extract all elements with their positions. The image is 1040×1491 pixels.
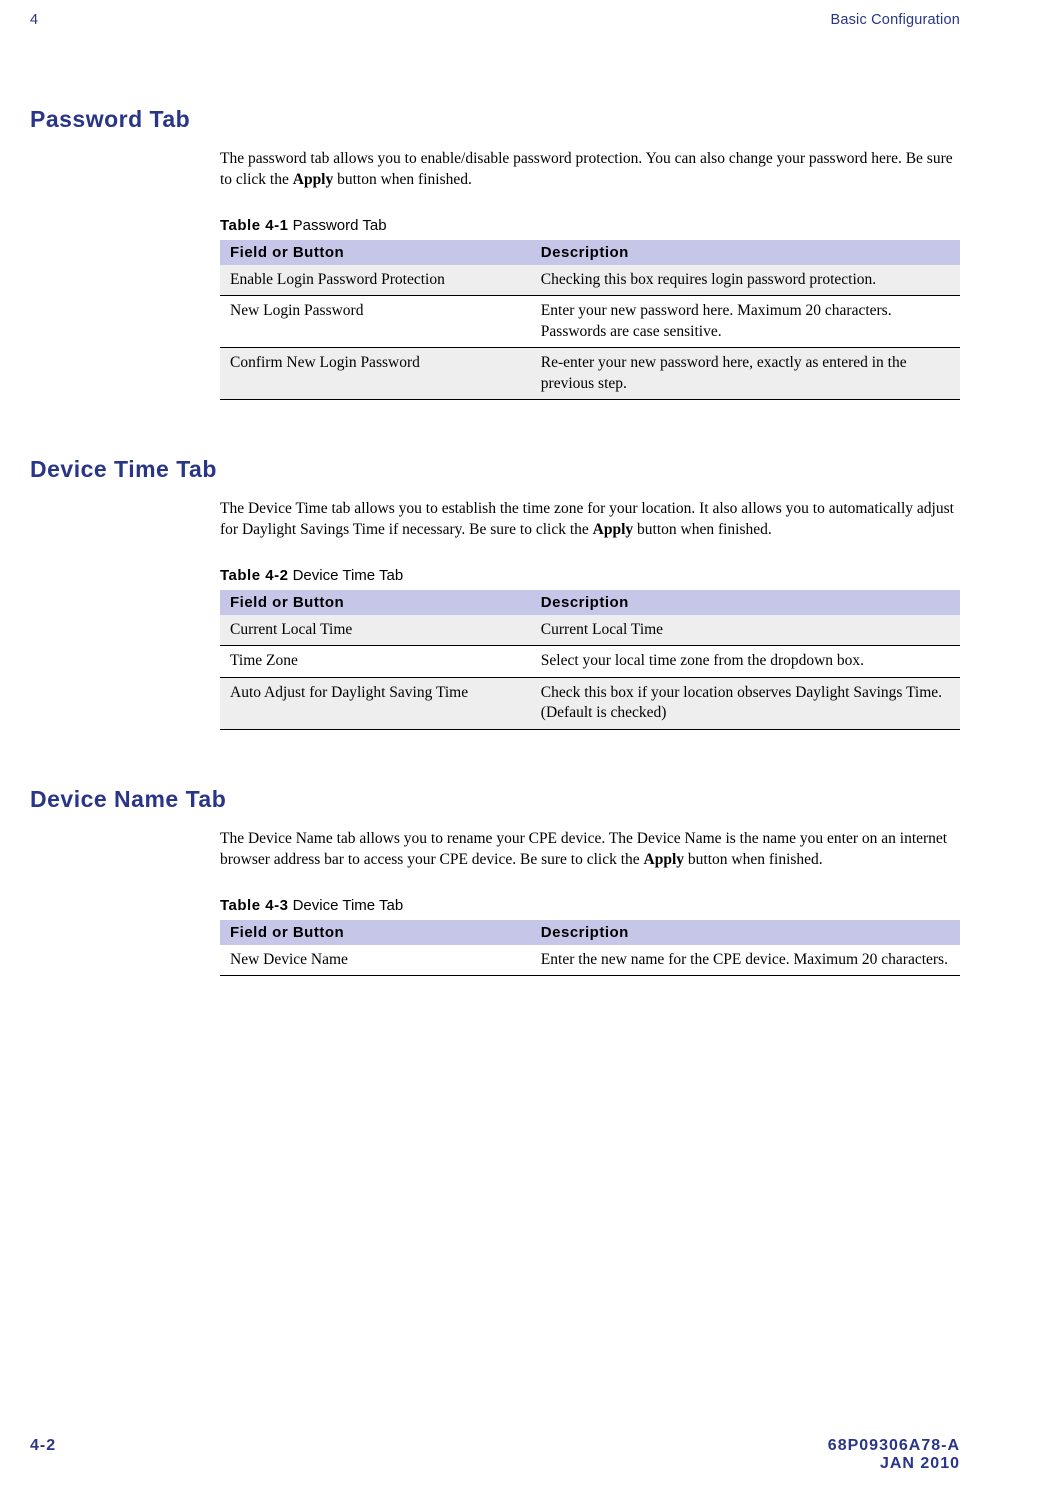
page-header: 4 Basic Configuration xyxy=(30,12,960,28)
table-cell-desc: Checking this box requires login passwor… xyxy=(531,265,960,296)
table-cell-desc: Check this box if your location observes… xyxy=(531,677,960,729)
footer-date: JAN 2010 xyxy=(828,1455,960,1473)
table-cell-field: Current Local Time xyxy=(220,615,531,646)
table-cell-desc: Re-enter your new password here, exactly… xyxy=(531,348,960,400)
table-row: New Device Name Enter the new name for t… xyxy=(220,945,960,976)
page-footer: 4-2 68P09306A78-A JAN 2010 xyxy=(30,1437,960,1473)
para-text-post: button when finished. xyxy=(333,171,472,188)
para-text-bold: Apply xyxy=(593,521,634,538)
table-cell-field: Auto Adjust for Daylight Saving Time xyxy=(220,677,531,729)
table-caption-prefix: Table 4-2 xyxy=(220,567,288,584)
table-caption-prefix: Table 4-1 xyxy=(220,217,288,234)
footer-page-number: 4-2 xyxy=(30,1437,56,1473)
table-header-row: Field or Button Description xyxy=(220,240,960,265)
table-header-description: Description xyxy=(531,920,960,945)
table-caption: Table 4-3 Device Time Tab xyxy=(220,897,960,914)
table-cell-desc: Enter the new name for the CPE device. M… xyxy=(531,945,960,976)
para-text-pre: The Device Time tab allows you to establ… xyxy=(220,500,954,538)
table-cell-desc: Current Local Time xyxy=(531,615,960,646)
table-header-field: Field or Button xyxy=(220,920,531,945)
table-cell-field: Enable Login Password Protection xyxy=(220,265,531,296)
table-header-field: Field or Button xyxy=(220,240,531,265)
table-row: Current Local Time Current Local Time xyxy=(220,615,960,646)
table-caption-title: Password Tab xyxy=(293,217,387,234)
para-text-post: button when finished. xyxy=(633,521,772,538)
table-header-row: Field or Button Description xyxy=(220,590,960,615)
table-caption-title: Device Time Tab xyxy=(293,567,404,584)
section-paragraph: The password tab allows you to enable/di… xyxy=(220,149,960,191)
table-row: Time Zone Select your local time zone fr… xyxy=(220,646,960,677)
table-row: Confirm New Login Password Re-enter your… xyxy=(220,348,960,400)
table-caption-title: Device Time Tab xyxy=(293,897,404,914)
para-text-bold: Apply xyxy=(293,171,334,188)
section-heading-device-name-tab: Device Name Tab xyxy=(30,786,960,813)
table-header-field: Field or Button xyxy=(220,590,531,615)
table-caption: Table 4-2 Device Time Tab xyxy=(220,567,960,584)
password-tab-table: Field or Button Description Enable Login… xyxy=(220,240,960,400)
device-time-tab-table: Field or Button Description Current Loca… xyxy=(220,590,960,730)
table-cell-field: Time Zone xyxy=(220,646,531,677)
table-cell-field: Confirm New Login Password xyxy=(220,348,531,400)
table-cell-desc: Enter your new password here. Maximum 20… xyxy=(531,296,960,348)
table-caption-prefix: Table 4-3 xyxy=(220,897,288,914)
table-row: Auto Adjust for Daylight Saving Time Che… xyxy=(220,677,960,729)
table-header-row: Field or Button Description xyxy=(220,920,960,945)
table-cell-field: New Login Password xyxy=(220,296,531,348)
table-caption: Table 4-1 Password Tab xyxy=(220,217,960,234)
table-cell-desc: Select your local time zone from the dro… xyxy=(531,646,960,677)
section-paragraph: The Device Time tab allows you to establ… xyxy=(220,499,960,541)
para-text-pre: The Device Name tab allows you to rename… xyxy=(220,830,947,868)
footer-docnum: 68P09306A78-A xyxy=(828,1437,960,1455)
table-header-description: Description xyxy=(531,240,960,265)
table-row: New Login Password Enter your new passwo… xyxy=(220,296,960,348)
header-chapter-title: Basic Configuration xyxy=(830,12,960,28)
table-header-description: Description xyxy=(531,590,960,615)
header-chapter-number: 4 xyxy=(30,12,38,28)
device-name-tab-table: Field or Button Description New Device N… xyxy=(220,920,960,976)
table-cell-field: New Device Name xyxy=(220,945,531,976)
section-paragraph: The Device Name tab allows you to rename… xyxy=(220,829,960,871)
para-text-bold: Apply xyxy=(644,851,685,868)
section-heading-device-time-tab: Device Time Tab xyxy=(30,456,960,483)
section-heading-password-tab: Password Tab xyxy=(30,106,960,133)
table-row: Enable Login Password Protection Checkin… xyxy=(220,265,960,296)
para-text-post: button when finished. xyxy=(684,851,823,868)
